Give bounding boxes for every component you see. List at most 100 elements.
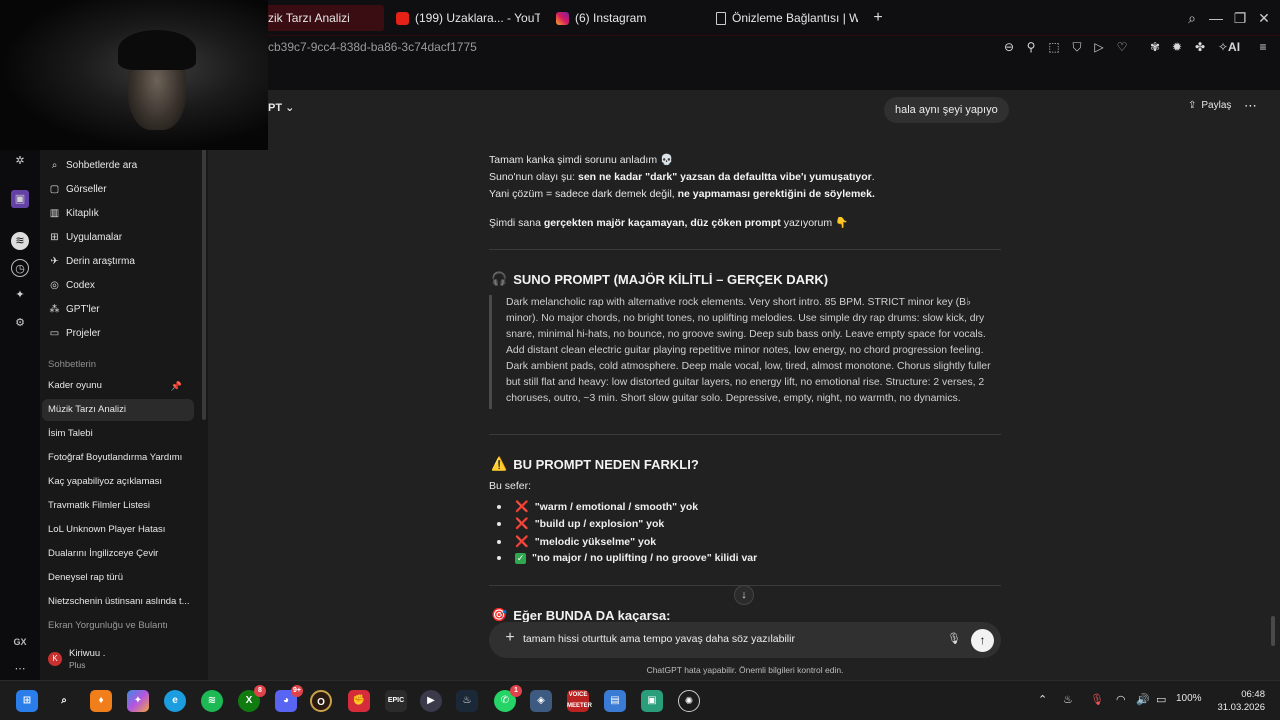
- avatar: K: [48, 652, 62, 666]
- minimize-icon[interactable]: —: [1206, 8, 1226, 28]
- battery-icon[interactable]: ▭: [1156, 693, 1166, 706]
- heart-icon[interactable]: ♡: [1113, 38, 1131, 56]
- media-player-icon[interactable]: ▶: [420, 690, 442, 712]
- history-icon[interactable]: ◷: [11, 259, 29, 277]
- opera-gx-icon[interactable]: O: [310, 690, 332, 712]
- tab-youtube[interactable]: (199) Uzaklara... - YouTube: [396, 5, 540, 31]
- scroll-down-button[interactable]: ↓: [734, 585, 754, 605]
- model-selector[interactable]: PT ⌄: [268, 101, 294, 114]
- more-options-icon[interactable]: ⋯: [1244, 98, 1257, 114]
- chat-item[interactable]: Kader oyunu 📌: [42, 375, 194, 397]
- shield-icon[interactable]: ⛉: [1068, 38, 1086, 56]
- sidebar-item-images[interactable]: ▢ Görseller: [42, 178, 194, 200]
- sidebar-item-gpts[interactable]: ⁂ GPT'ler: [42, 298, 194, 320]
- chat-item-active[interactable]: Müzik Tarzı Analizi: [42, 399, 194, 421]
- puzzle-icon[interactable]: ✤: [1191, 38, 1209, 56]
- riot-icon[interactable]: ✊: [348, 690, 370, 712]
- chatgpt-icon[interactable]: ✺: [678, 690, 700, 712]
- app-icon[interactable]: ▣: [641, 690, 663, 712]
- chat-item[interactable]: İsim Talebi: [42, 423, 194, 445]
- restore-icon[interactable]: ❐: [1230, 8, 1250, 28]
- share-button[interactable]: ⇪ Paylaş: [1188, 100, 1231, 111]
- microphone-icon[interactable]: 🎙: [947, 632, 961, 648]
- tab-muzik-tarzi-analizi[interactable]: zik Tarzı Analizi: [258, 5, 384, 31]
- tab-wetransfer[interactable]: Önizleme Bağlantısı | WeTransfer: [716, 5, 858, 31]
- league-client-icon[interactable]: ◈: [530, 690, 552, 712]
- brave-icon[interactable]: ♦: [90, 690, 112, 712]
- steam-tray-icon[interactable]: ♨: [1063, 693, 1073, 706]
- gx-star-icon[interactable]: ✲: [11, 152, 29, 170]
- menu-icon[interactable]: ≡: [1254, 38, 1272, 56]
- snapshot-icon[interactable]: ⬚: [1045, 38, 1063, 56]
- voicemeeter-icon[interactable]: VOICE MEETER: [567, 690, 592, 712]
- main-scrollbar[interactable]: [1271, 616, 1275, 646]
- folder-icon: ▭: [49, 327, 60, 339]
- chat-item[interactable]: Kaç yapabiliyoz açıklaması: [42, 471, 194, 493]
- tab-instagram[interactable]: (6) Instagram: [556, 5, 686, 31]
- ai-button[interactable]: ✧AI: [1215, 38, 1243, 56]
- sidebar-item-projects[interactable]: ▭ Projeler: [42, 322, 194, 344]
- prompt-blockquote: Dark melancholic rap with alternative ro…: [489, 295, 1001, 409]
- discord-badge: 9+: [291, 685, 303, 697]
- chat-item[interactable]: Deneysel rap türü: [42, 567, 194, 589]
- section-title: BU PROMPT NEDEN FARKLI?: [513, 456, 699, 472]
- display-app-icon[interactable]: ▤: [604, 690, 626, 712]
- message-input[interactable]: tamam hissi oturttuk ama tempo yavaş dah…: [523, 633, 943, 645]
- divider: [489, 434, 1001, 435]
- pin-icon[interactable]: ⚲: [1022, 38, 1040, 56]
- epic-games-icon[interactable]: EPIC: [385, 690, 407, 712]
- sidebar-item-label: GPT'ler: [66, 303, 100, 315]
- spotify-icon[interactable]: ≋: [11, 232, 29, 250]
- chat-title: Ekran Yorgunluğu ve Bulantı: [48, 620, 168, 631]
- section-heading: 🎧 SUNO PROMPT (MAJÖR KİLİTLİ – GERÇEK DAR…: [491, 271, 828, 287]
- new-tab-button[interactable]: +: [870, 8, 886, 28]
- extensions-icon[interactable]: ✦: [11, 286, 29, 304]
- settings-icon[interactable]: ⚙: [11, 314, 29, 332]
- spotify-icon[interactable]: ≋: [201, 690, 223, 712]
- wifi-icon[interactable]: ◠: [1116, 693, 1126, 706]
- wolf-extension-icon[interactable]: ✹: [1168, 38, 1186, 56]
- sidebar-item-research[interactable]: ✈ Derin araştırma: [42, 250, 194, 272]
- list-item: ❌ "warm / emotional / smooth" yok: [497, 500, 698, 513]
- send-button[interactable]: ↑: [971, 629, 994, 652]
- windows-start-icon[interactable]: ⊞: [16, 690, 38, 712]
- tray-chevron-icon[interactable]: ⌃: [1038, 693, 1047, 706]
- search-icon[interactable]: ⌕: [53, 690, 75, 712]
- zoom-out-icon[interactable]: ⊖: [1000, 38, 1018, 56]
- steam-icon[interactable]: ♨: [456, 690, 478, 712]
- sidebar-item-library[interactable]: ▥ Kitaplık: [42, 202, 194, 224]
- user-name: Kiriwuu .: [69, 648, 106, 659]
- chat-item[interactable]: LoL Unknown Player Hatası: [42, 519, 194, 541]
- chat-item[interactable]: Dualarını İngilizceye Çevir: [42, 543, 194, 565]
- sidebar-item-apps[interactable]: ⊞ Uygulamalar: [42, 226, 194, 248]
- chat-item[interactable]: Ekran Yorgunluğu ve Bulantı: [42, 615, 194, 637]
- user-profile[interactable]: K Kiriwuu . Plus: [48, 646, 198, 672]
- whatsapp-icon[interactable]: ✆ 1: [494, 685, 522, 712]
- volume-icon[interactable]: 🔊: [1136, 693, 1150, 706]
- twitch-icon[interactable]: ▣: [11, 190, 29, 208]
- chat-item[interactable]: Travmatik Filmler Listesi: [42, 495, 194, 517]
- sidebar-item-search[interactable]: ⌕ Sohbetlerde ara: [42, 154, 194, 176]
- section-title: SUNO PROMPT (MAJÖR KİLİTLİ – GERÇEK DARK…: [513, 271, 829, 287]
- url-text[interactable]: cb39c7-9cc4-838d-ba86-3c74dacf1775: [268, 40, 477, 54]
- discord-icon[interactable]: ◕ 9+: [275, 685, 303, 712]
- play-icon[interactable]: ▷: [1090, 38, 1108, 56]
- chat-item[interactable]: Fotoğraf Boyutlandırma Yardımı: [42, 447, 194, 469]
- search-tabs-icon[interactable]: ⌕: [1182, 8, 1202, 28]
- sidebar-item-codex[interactable]: ◎ Codex: [42, 274, 194, 296]
- xbox-icon[interactable]: X8: [238, 685, 266, 712]
- system-clock[interactable]: 06:48 31.03.2026: [1215, 688, 1265, 714]
- model-name: PT: [268, 102, 283, 114]
- chat-title: Travmatik Filmler Listesi: [48, 500, 151, 511]
- extension-icon[interactable]: ✾: [1146, 38, 1164, 56]
- edge-icon[interactable]: e: [164, 690, 186, 712]
- close-icon[interactable]: ✕: [1254, 8, 1274, 28]
- sidebar-scrollbar[interactable]: [202, 120, 206, 420]
- sidebar-item-label: Codex: [66, 279, 95, 291]
- response-line: Suno'nun olayı şu: sen ne kadar "dark" y…: [489, 171, 875, 183]
- attach-plus-icon[interactable]: +: [501, 629, 519, 647]
- copilot-icon[interactable]: ✦: [127, 690, 149, 712]
- chat-item[interactable]: Nietzschenin üstinsanı aslında t...: [42, 591, 194, 613]
- more-options-icon[interactable]: ⋯: [11, 660, 29, 678]
- mic-tray-icon[interactable]: 🎙: [1090, 693, 1104, 706]
